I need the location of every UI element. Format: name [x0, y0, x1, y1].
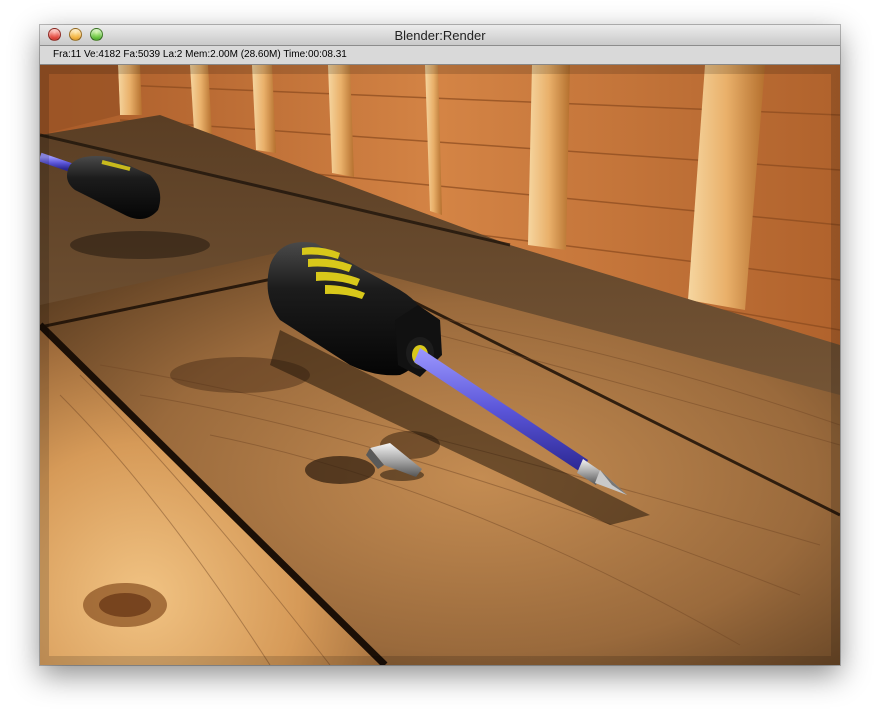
window-title: Blender:Render	[394, 28, 486, 43]
title-bar[interactable]: Blender:Render	[40, 25, 840, 46]
render-stats: Fra:11 Ve:4182 Fa:5039 La:2 Mem:2.00M (2…	[53, 49, 347, 60]
render-viewport	[40, 65, 840, 665]
render-status-bar: Fra:11 Ve:4182 Fa:5039 La:2 Mem:2.00M (2…	[40, 46, 840, 65]
render-window: Blender:Render Fra:11 Ve:4182 Fa:5039 La…	[40, 25, 840, 665]
render-image	[40, 65, 840, 665]
